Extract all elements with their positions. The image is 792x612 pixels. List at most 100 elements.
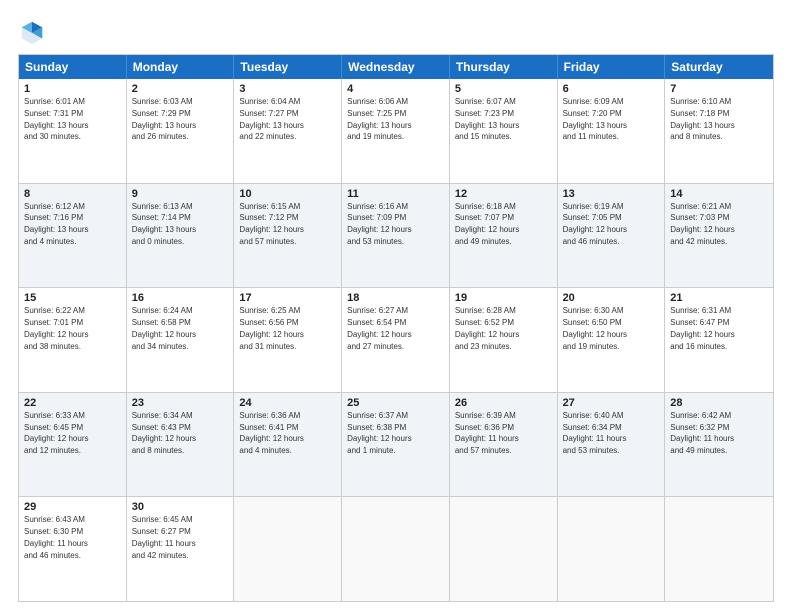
cal-cell-day-20: 20Sunrise: 6:30 AMSunset: 6:50 PMDayligh… bbox=[558, 288, 666, 392]
day-header-friday: Friday bbox=[558, 55, 666, 79]
logo bbox=[18, 18, 50, 46]
cell-info: Sunrise: 6:33 AMSunset: 6:45 PMDaylight:… bbox=[24, 411, 88, 455]
cal-cell-day-10: 10 Sunrise: 6:15 AMSunset: 7:12 PMDayligh… bbox=[234, 184, 342, 288]
day-number: 9 bbox=[132, 188, 229, 200]
cal-cell-day-25: 25Sunrise: 6:37 AMSunset: 6:38 PMDayligh… bbox=[342, 393, 450, 497]
cell-info: Sunrise: 6:42 AMSunset: 6:32 PMDaylight:… bbox=[670, 411, 734, 455]
day-number: 23 bbox=[132, 397, 229, 409]
cal-cell-day-22: 22 Sunrise: 6:33 AMSunset: 6:45 PMDayligh… bbox=[19, 393, 127, 497]
cal-cell-day-29: 29Sunrise: 6:43 AMSunset: 6:30 PMDayligh… bbox=[19, 497, 127, 601]
day-number: 29 bbox=[24, 501, 121, 513]
day-number: 1 bbox=[24, 83, 121, 95]
cell-info: Sunrise: 6:01 AMSunset: 7:31 PMDaylight:… bbox=[24, 97, 88, 141]
calendar: SundayMondayTuesdayWednesdayThursdayFrid… bbox=[18, 54, 774, 602]
cal-cell-day-26: 26Sunrise: 6:39 AMSunset: 6:36 PMDayligh… bbox=[450, 393, 558, 497]
cell-info: Sunrise: 6:24 AMSunset: 6:58 PMDaylight:… bbox=[132, 306, 196, 350]
cal-cell-day-21: 21Sunrise: 6:31 AMSunset: 6:47 PMDayligh… bbox=[665, 288, 773, 392]
cell-info: Sunrise: 6:31 AMSunset: 6:47 PMDaylight:… bbox=[670, 306, 734, 350]
cal-row-2: 8 Sunrise: 6:12 AMSunset: 7:16 PMDaylight… bbox=[19, 183, 773, 288]
day-header-saturday: Saturday bbox=[665, 55, 773, 79]
cal-cell-day-24: 24 Sunrise: 6:36 AMSunset: 6:41 PMDayligh… bbox=[234, 393, 342, 497]
day-number: 14 bbox=[670, 188, 768, 200]
cal-row-5: 29Sunrise: 6:43 AMSunset: 6:30 PMDayligh… bbox=[19, 496, 773, 601]
day-number: 16 bbox=[132, 292, 229, 304]
day-number: 22 bbox=[24, 397, 121, 409]
day-number: 15 bbox=[24, 292, 121, 304]
cal-cell-day-17: 17 Sunrise: 6:25 AMSunset: 6:56 PMDayligh… bbox=[234, 288, 342, 392]
cell-info: Sunrise: 6:13 AMSunset: 7:14 PMDaylight:… bbox=[132, 202, 196, 246]
cell-info: Sunrise: 6:21 AMSunset: 7:03 PMDaylight:… bbox=[670, 202, 734, 246]
cal-cell-day-11: 11 Sunrise: 6:16 AMSunset: 7:09 PMDayligh… bbox=[342, 184, 450, 288]
cell-info: Sunrise: 6:15 AMSunset: 7:12 PMDaylight:… bbox=[239, 202, 303, 246]
day-number: 19 bbox=[455, 292, 552, 304]
cal-cell-day-12: 12 Sunrise: 6:18 AMSunset: 7:07 PMDayligh… bbox=[450, 184, 558, 288]
day-number: 11 bbox=[347, 188, 444, 200]
day-number: 8 bbox=[24, 188, 121, 200]
cell-info: Sunrise: 6:19 AMSunset: 7:05 PMDaylight:… bbox=[563, 202, 627, 246]
cal-row-4: 22 Sunrise: 6:33 AMSunset: 6:45 PMDayligh… bbox=[19, 392, 773, 497]
cell-info: Sunrise: 6:10 AMSunset: 7:18 PMDaylight:… bbox=[670, 97, 734, 141]
day-number: 4 bbox=[347, 83, 444, 95]
day-number: 12 bbox=[455, 188, 552, 200]
day-header-wednesday: Wednesday bbox=[342, 55, 450, 79]
cell-info: Sunrise: 6:36 AMSunset: 6:41 PMDaylight:… bbox=[239, 411, 303, 455]
day-number: 13 bbox=[563, 188, 660, 200]
cal-cell-day-9: 9 Sunrise: 6:13 AMSunset: 7:14 PMDaylight… bbox=[127, 184, 235, 288]
cal-cell-day-16: 16 Sunrise: 6:24 AMSunset: 6:58 PMDayligh… bbox=[127, 288, 235, 392]
day-number: 17 bbox=[239, 292, 336, 304]
cell-info: Sunrise: 6:12 AMSunset: 7:16 PMDaylight:… bbox=[24, 202, 88, 246]
cell-info: Sunrise: 6:04 AMSunset: 7:27 PMDaylight:… bbox=[239, 97, 303, 141]
day-header-thursday: Thursday bbox=[450, 55, 558, 79]
header bbox=[18, 18, 774, 46]
day-header-monday: Monday bbox=[127, 55, 235, 79]
calendar-body: 1 Sunrise: 6:01 AMSunset: 7:31 PMDaylight… bbox=[19, 79, 773, 601]
cal-row-1: 1 Sunrise: 6:01 AMSunset: 7:31 PMDaylight… bbox=[19, 79, 773, 183]
cell-info: Sunrise: 6:27 AMSunset: 6:54 PMDaylight:… bbox=[347, 306, 411, 350]
cell-info: Sunrise: 6:22 AMSunset: 7:01 PMDaylight:… bbox=[24, 306, 88, 350]
cal-cell-day-3: 3 Sunrise: 6:04 AMSunset: 7:27 PMDaylight… bbox=[234, 79, 342, 183]
cal-cell-day-18: 18 Sunrise: 6:27 AMSunset: 6:54 PMDayligh… bbox=[342, 288, 450, 392]
cal-cell-day-8: 8 Sunrise: 6:12 AMSunset: 7:16 PMDaylight… bbox=[19, 184, 127, 288]
page: SundayMondayTuesdayWednesdayThursdayFrid… bbox=[0, 0, 792, 612]
cal-cell-empty bbox=[234, 497, 342, 601]
cell-info: Sunrise: 6:16 AMSunset: 7:09 PMDaylight:… bbox=[347, 202, 411, 246]
cal-cell-day-28: 28 Sunrise: 6:42 AMSunset: 6:32 PMDayligh… bbox=[665, 393, 773, 497]
cal-cell-day-1: 1 Sunrise: 6:01 AMSunset: 7:31 PMDaylight… bbox=[19, 79, 127, 183]
cell-info: Sunrise: 6:03 AMSunset: 7:29 PMDaylight:… bbox=[132, 97, 196, 141]
day-number: 30 bbox=[132, 501, 229, 513]
cal-cell-day-4: 4 Sunrise: 6:06 AMSunset: 7:25 PMDaylight… bbox=[342, 79, 450, 183]
cal-cell-day-19: 19 Sunrise: 6:28 AMSunset: 6:52 PMDayligh… bbox=[450, 288, 558, 392]
day-number: 26 bbox=[455, 397, 552, 409]
day-header-sunday: Sunday bbox=[19, 55, 127, 79]
day-number: 28 bbox=[670, 397, 768, 409]
day-number: 27 bbox=[563, 397, 660, 409]
day-number: 10 bbox=[239, 188, 336, 200]
cal-cell-empty bbox=[342, 497, 450, 601]
logo-icon bbox=[18, 18, 46, 46]
cell-info: Sunrise: 6:06 AMSunset: 7:25 PMDaylight:… bbox=[347, 97, 411, 141]
cal-cell-day-27: 27 Sunrise: 6:40 AMSunset: 6:34 PMDayligh… bbox=[558, 393, 666, 497]
cell-info: Sunrise: 6:18 AMSunset: 7:07 PMDaylight:… bbox=[455, 202, 519, 246]
cell-info: Sunrise: 6:28 AMSunset: 6:52 PMDaylight:… bbox=[455, 306, 519, 350]
day-number: 24 bbox=[239, 397, 336, 409]
cal-cell-empty bbox=[450, 497, 558, 601]
day-number: 3 bbox=[239, 83, 336, 95]
cal-cell-day-2: 2Sunrise: 6:03 AMSunset: 7:29 PMDaylight… bbox=[127, 79, 235, 183]
cell-info: Sunrise: 6:07 AMSunset: 7:23 PMDaylight:… bbox=[455, 97, 519, 141]
calendar-header: SundayMondayTuesdayWednesdayThursdayFrid… bbox=[19, 55, 773, 79]
day-number: 20 bbox=[563, 292, 660, 304]
cal-cell-day-6: 6Sunrise: 6:09 AMSunset: 7:20 PMDaylight… bbox=[558, 79, 666, 183]
day-number: 18 bbox=[347, 292, 444, 304]
cal-cell-day-14: 14 Sunrise: 6:21 AMSunset: 7:03 PMDayligh… bbox=[665, 184, 773, 288]
day-number: 7 bbox=[670, 83, 768, 95]
cal-cell-empty bbox=[558, 497, 666, 601]
cal-cell-day-7: 7 Sunrise: 6:10 AMSunset: 7:18 PMDaylight… bbox=[665, 79, 773, 183]
day-number: 6 bbox=[563, 83, 660, 95]
cell-info: Sunrise: 6:40 AMSunset: 6:34 PMDaylight:… bbox=[563, 411, 627, 455]
cell-info: Sunrise: 6:34 AMSunset: 6:43 PMDaylight:… bbox=[132, 411, 196, 455]
day-number: 5 bbox=[455, 83, 552, 95]
cal-cell-empty bbox=[665, 497, 773, 601]
day-number: 25 bbox=[347, 397, 444, 409]
cell-info: Sunrise: 6:25 AMSunset: 6:56 PMDaylight:… bbox=[239, 306, 303, 350]
cal-cell-day-5: 5 Sunrise: 6:07 AMSunset: 7:23 PMDaylight… bbox=[450, 79, 558, 183]
